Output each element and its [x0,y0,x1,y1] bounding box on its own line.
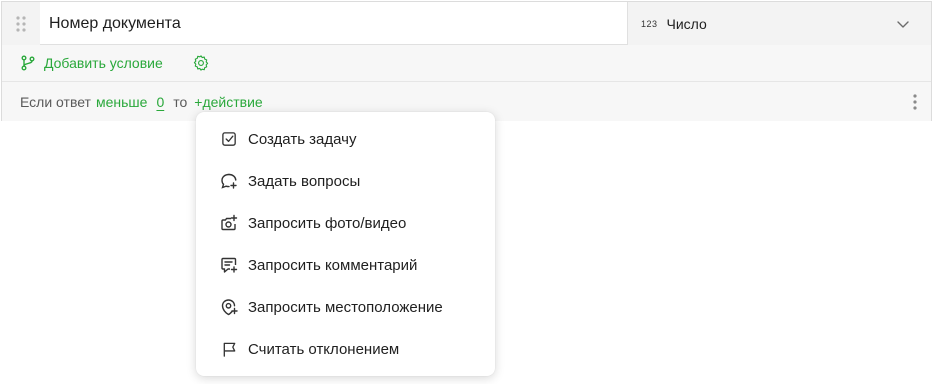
comment-plus-icon [220,256,238,274]
rule-if-text: Если ответ [20,93,91,110]
add-condition-label: Добавить условие [44,55,163,71]
gear-icon[interactable] [192,54,210,72]
branch-icon [21,55,35,71]
menu-item-request-photo-video[interactable]: Запросить фото/видео [196,202,495,244]
menu-item-label: Считать отклонением [248,340,400,358]
question-card: Номер документа 123 Число Добавить услов… [1,1,932,121]
rule-then-text: то [173,93,188,110]
menu-item-request-comment[interactable]: Запросить комментарий [196,244,495,286]
menu-item-mark-deviation[interactable]: Считать отклонением [196,328,495,370]
rule-operator-link[interactable]: меньше [96,94,147,110]
question-title-text: Номер документа [49,14,181,32]
number-type-icon: 123 [641,18,658,29]
chat-plus-icon [220,172,238,190]
flag-icon [220,340,238,358]
menu-item-label: Создать задачу [248,130,357,148]
action-dropdown-menu: Создать задачу Задать вопросы Запросить … [196,112,495,376]
chevron-down-icon [897,21,909,28]
rule-value-link[interactable]: 0 [156,94,164,110]
answer-type-select[interactable]: 123 Число [628,2,931,45]
question-title-input[interactable]: Номер документа [40,2,628,45]
add-condition-button[interactable]: Добавить условие [20,55,163,71]
location-plus-icon [220,298,238,316]
conditions-row: Добавить условие [2,45,931,82]
menu-item-ask-questions[interactable]: Задать вопросы [196,160,495,202]
menu-item-label: Запросить фото/видео [248,214,407,232]
add-action-link[interactable]: +действие [194,94,262,110]
camera-plus-icon [220,214,238,232]
menu-item-request-location[interactable]: Запросить местоположение [196,286,495,328]
more-options-icon[interactable] [913,94,917,110]
answer-type-label: Число [666,15,707,32]
task-checkbox-icon [220,130,238,148]
menu-item-label: Запросить местоположение [248,298,443,316]
question-header-row: Номер документа 123 Число [2,2,931,45]
menu-item-label: Запросить комментарий [248,256,418,274]
drag-handle-icon[interactable] [2,2,40,45]
menu-item-create-task[interactable]: Создать задачу [196,118,495,160]
menu-item-label: Задать вопросы [248,172,361,190]
